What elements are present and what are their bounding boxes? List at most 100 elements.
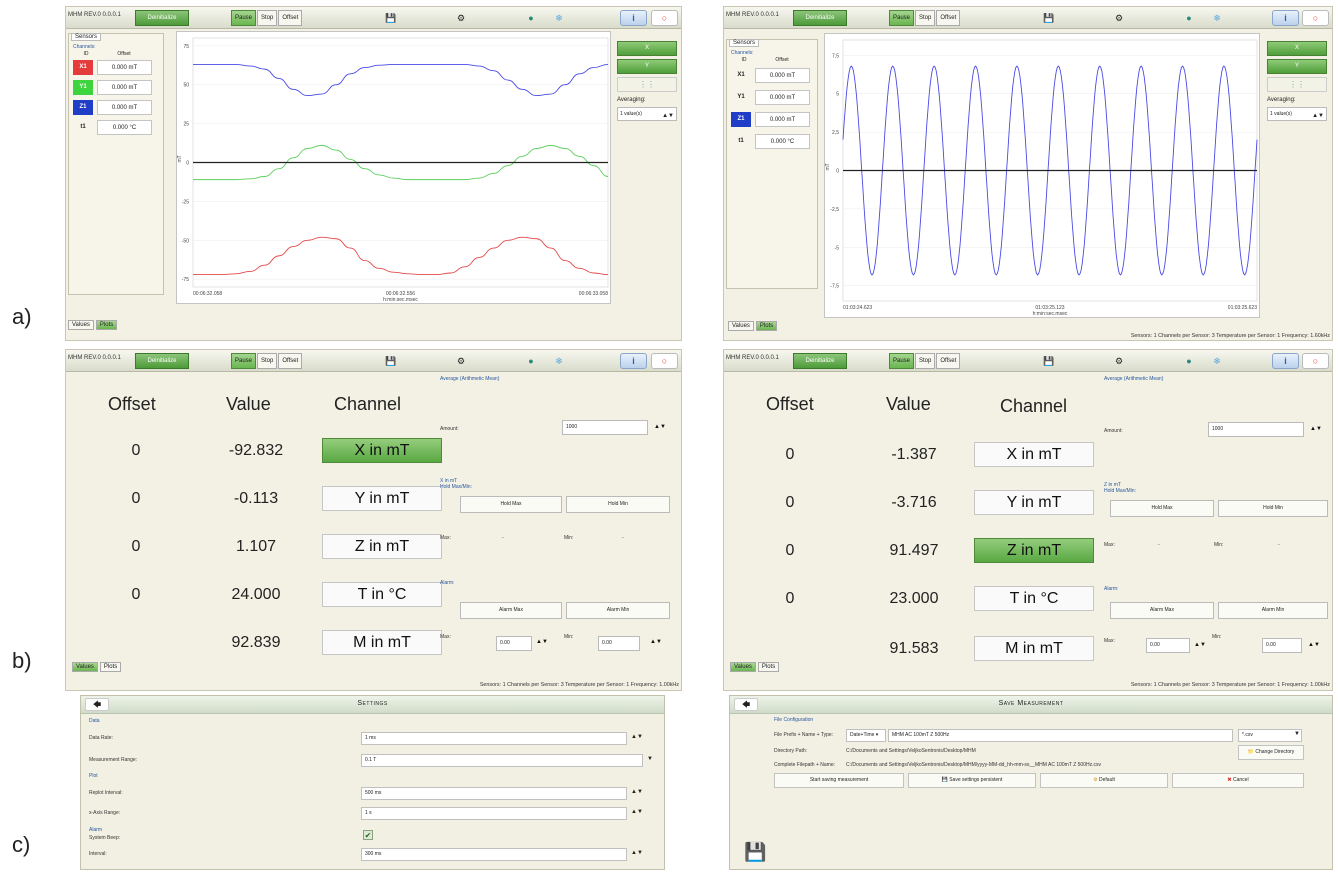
extension-select[interactable]: *.csv <box>1238 729 1302 742</box>
pause-button[interactable]: Pause <box>889 10 915 26</box>
channel-button[interactable]: Y in mT <box>322 486 442 511</box>
snowflake-icon[interactable]: ❄ <box>1210 11 1224 25</box>
file-name-input[interactable]: MHM AC 100mT Z 500Hz <box>888 729 1233 742</box>
replot-spinner[interactable]: ▲▼ <box>631 789 643 795</box>
y-axis-button[interactable]: Y <box>617 59 677 74</box>
save-persistent-button[interactable]: 💾 Save settings persistent <box>908 773 1036 788</box>
tab-plots[interactable]: Plots <box>99 662 122 672</box>
averaging-select[interactable]: 1 value(s) ▲▼ <box>617 107 677 121</box>
averaging-select[interactable]: 1 value(s) ▲▼ <box>1267 107 1327 121</box>
alarm-max-button[interactable]: Alarm Max <box>1110 602 1214 619</box>
channel-button[interactable]: X in mT <box>322 438 442 463</box>
alarm-min-input[interactable]: 0.00 <box>1262 638 1302 653</box>
channel-button[interactable]: M in mT <box>322 630 442 655</box>
save-icon[interactable]: 💾 <box>384 11 398 25</box>
tab-plots[interactable]: Plots <box>755 321 778 331</box>
channel-button[interactable]: X in mT <box>974 442 1094 467</box>
change-directory-button[interactable]: 📁 Change Directory <box>1238 745 1304 760</box>
cancel-button[interactable]: ✖ Cancel <box>1172 773 1304 788</box>
channel-button[interactable]: Z in mT <box>974 538 1094 563</box>
tab-values[interactable]: Values <box>68 320 94 330</box>
stop-button[interactable]: Stop <box>257 353 278 369</box>
grid-button[interactable]: ⋮⋮ <box>1267 77 1327 92</box>
sensor-id[interactable]: X1 <box>73 60 93 75</box>
channel-button[interactable]: Y in mT <box>974 490 1094 515</box>
hold-min-button[interactable]: Hold Min <box>1218 500 1328 517</box>
pause-button[interactable]: Pause <box>889 353 915 369</box>
globe-icon[interactable]: ● <box>524 11 538 25</box>
xrange-input[interactable]: 1 s <box>361 807 627 820</box>
snowflake-icon[interactable]: ❄ <box>552 11 566 25</box>
chevron-down-icon[interactable]: ▼ <box>1294 731 1300 737</box>
deinitialize-button[interactable]: Deinitialize <box>135 10 189 26</box>
amount-spinner[interactable]: ▲▼ <box>1310 426 1322 432</box>
deinitialize-button[interactable]: Deinitialize <box>793 10 847 26</box>
alarm-max-spinner[interactable]: ▲▼ <box>536 639 548 645</box>
xrange-spinner[interactable]: ▲▼ <box>631 809 643 815</box>
info-button[interactable]: i <box>620 10 647 26</box>
alarm-max-spinner[interactable]: ▲▼ <box>1194 642 1206 648</box>
info-button[interactable]: i <box>1272 353 1299 369</box>
stop-button[interactable]: Stop <box>915 10 936 26</box>
tab-values[interactable]: Values <box>72 662 98 672</box>
deinitialize-button[interactable]: Deinitialize <box>793 353 847 369</box>
pause-button[interactable]: Pause <box>231 353 257 369</box>
offset-button[interactable]: Offset <box>278 353 303 369</box>
globe-icon[interactable]: ● <box>1182 354 1196 368</box>
sensors-tab[interactable]: Sensors <box>729 39 760 47</box>
chevron-down-icon[interactable]: ▼ <box>647 756 653 762</box>
sensors-tab[interactable]: Sensors <box>71 33 102 41</box>
channel-button[interactable]: Z in mT <box>322 534 442 559</box>
deinitialize-button[interactable]: Deinitialize <box>135 353 189 369</box>
power-button[interactable]: ○ <box>1302 10 1329 26</box>
spinner-icon[interactable]: ▲▼ <box>662 110 674 122</box>
sensor-id[interactable]: X1 <box>731 68 751 83</box>
power-button[interactable]: ○ <box>651 353 678 369</box>
channel-button[interactable]: T in °C <box>322 582 442 607</box>
sensor-id[interactable]: Y1 <box>73 80 93 95</box>
start-saving-button[interactable]: Start saving measurement <box>774 773 904 788</box>
save-icon[interactable]: 💾 <box>1042 11 1056 25</box>
snowflake-icon[interactable]: ❄ <box>552 354 566 368</box>
hold-max-button[interactable]: Hold Max <box>460 496 562 513</box>
sensor-id[interactable]: Z1 <box>731 112 751 127</box>
sensor-id[interactable]: t1 <box>73 120 93 135</box>
offset-button[interactable]: Offset <box>278 10 303 26</box>
sensor-id[interactable]: Z1 <box>73 100 93 115</box>
snowflake-icon[interactable]: ❄ <box>1210 354 1224 368</box>
data-rate-input[interactable]: 1 ms <box>361 732 627 745</box>
tab-values[interactable]: Values <box>728 321 754 331</box>
gear-icon[interactable]: ⚙ <box>1112 354 1126 368</box>
gear-icon[interactable]: ⚙ <box>1112 11 1126 25</box>
save-icon[interactable]: 💾 <box>384 354 398 368</box>
info-button[interactable]: i <box>1272 10 1299 26</box>
stop-button[interactable]: Stop <box>915 353 936 369</box>
default-button[interactable]: ⚙ Default <box>1040 773 1168 788</box>
interval-input[interactable]: 300 ms <box>361 848 627 861</box>
offset-button[interactable]: Offset <box>936 353 961 369</box>
prefix-type-select[interactable]: Date+Time ▾ <box>846 729 886 742</box>
tab-values[interactable]: Values <box>730 662 756 672</box>
hold-min-button[interactable]: Hold Min <box>566 496 670 513</box>
alarm-min-input[interactable]: 0.00 <box>598 636 640 651</box>
channel-button[interactable]: M in mT <box>974 636 1094 661</box>
chart-area[interactable]: 7,5 5 2,5 0 -2,5 -5 -7,5 mT 01:03:24.623 01:03:25… <box>824 33 1260 318</box>
grid-button[interactable]: ⋮⋮ <box>617 77 677 92</box>
spinner-icon[interactable]: ▲▼ <box>1312 110 1324 122</box>
range-select[interactable]: 0.1 T <box>361 754 643 767</box>
amount-input[interactable]: 1000 <box>1208 422 1304 437</box>
alarm-min-spinner[interactable]: ▲▼ <box>1308 642 1320 648</box>
beep-checkbox[interactable]: ✔ <box>363 830 373 840</box>
alarm-min-button[interactable]: Alarm Min <box>1218 602 1328 619</box>
gear-icon[interactable]: ⚙ <box>454 11 468 25</box>
power-button[interactable]: ○ <box>1302 353 1329 369</box>
stop-button[interactable]: Stop <box>257 10 278 26</box>
info-button[interactable]: i <box>620 353 647 369</box>
x-axis-button[interactable]: X <box>1267 41 1327 56</box>
tab-plots[interactable]: Plots <box>95 320 118 330</box>
alarm-max-button[interactable]: Alarm Max <box>460 602 562 619</box>
y-axis-button[interactable]: Y <box>1267 59 1327 74</box>
data-rate-spinner[interactable]: ▲▼ <box>631 734 643 740</box>
chart-area[interactable]: 75 50 25 0 -25 -50 -75 mT 00:06:32.058 00:06:32.5… <box>176 31 611 304</box>
power-button[interactable]: ○ <box>651 10 678 26</box>
